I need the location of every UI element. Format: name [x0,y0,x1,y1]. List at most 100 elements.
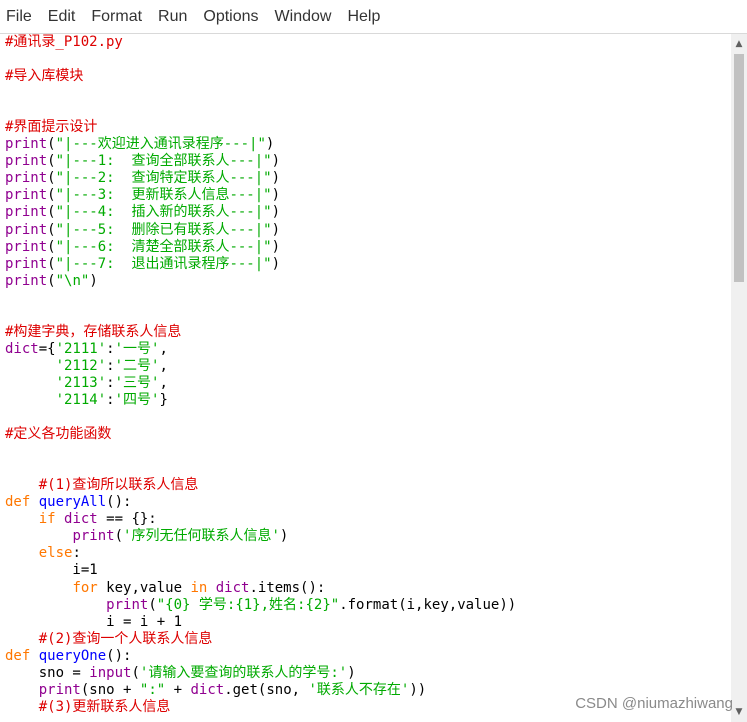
code-token: #构建字典，存储联系人信息 [5,323,182,340]
code-token: dict [64,511,98,528]
code-token: (): [106,494,132,511]
code-token: "|---6: 清楚全部联系人---|" [55,238,272,255]
code-token: def [5,647,31,664]
code-token: )) [409,681,427,698]
code-token: queryOne [38,647,107,664]
code-text[interactable]: #通讯录_P102.py #导入库模块 #界面提示设计 print("|---欢迎… [5,34,516,716]
code-line: #(1)查询所以联系人信息 [5,477,516,494]
code-token: (sno + [80,681,140,698]
code-token: "\n" [55,272,90,289]
code-token: .items(): [249,579,326,596]
code-token: print [5,170,48,187]
menu-item-options[interactable]: Options [195,0,266,34]
code-token: "|---5: 删除已有联系人---|" [55,221,272,238]
code-token: #(1)查询所以联系人信息 [5,477,199,494]
code-token: print [38,681,81,698]
code-token: #(2)查询一个人联系人信息 [5,630,213,647]
code-token: ( [114,528,124,545]
code-token: print [5,221,48,238]
code-token: ) [271,170,281,187]
code-line: #通讯录_P102.py [5,34,516,51]
code-token: : [106,374,115,391]
code-token: ( [47,153,56,170]
code-token: '三号' [114,374,160,391]
code-token: ) [271,255,281,272]
scroll-thumb[interactable] [734,54,744,282]
code-token: sno = [5,664,90,681]
code-token: : [72,545,81,562]
code-token: ) [271,221,281,238]
code-token: print [5,187,48,204]
code-token: '2113' [55,374,107,391]
code-token: : [106,340,115,357]
menu-item-help[interactable]: Help [339,0,388,34]
code-line: '2112':'二号', [5,358,516,375]
code-token: ) [271,187,281,204]
code-token: print [5,153,48,170]
code-token: : [106,391,115,408]
code-line: print("|---3: 更新联系人信息---|") [5,187,516,204]
code-token: ) [89,272,98,289]
code-token: , [159,357,168,374]
code-token: .format(i,key,value)) [339,596,517,613]
code-token: #导入库模块 [5,68,84,85]
code-line: if dict == {}: [5,511,516,528]
vertical-scrollbar[interactable]: ▲ ▼ [731,34,747,722]
code-token: print [5,136,48,153]
code-token: print [106,596,149,613]
code-line: sno = input('请输入要查询的联系人的学号:') [5,665,516,682]
code-line: print("|---5: 删除已有联系人---|") [5,222,516,239]
code-token: ) [271,204,281,221]
code-token: ":" [139,681,166,698]
code-token: input [89,664,132,681]
code-token: dict [190,681,225,698]
code-token: dict [5,340,39,357]
code-token: key,value [97,579,191,596]
code-line: def queryOne(): [5,648,516,665]
scroll-down-arrow-icon[interactable]: ▼ [731,704,747,720]
code-token: ( [148,596,157,613]
scroll-up-arrow-icon[interactable]: ▲ [731,36,747,52]
code-token: '二号' [114,357,160,374]
code-token: ( [47,170,56,187]
menu-item-file[interactable]: File [0,0,40,34]
code-line: def queryAll(): [5,494,516,511]
code-line: print("|---4: 插入新的联系人---|") [5,204,516,221]
code-line: print("|---1: 查询全部联系人---|") [5,153,516,170]
code-editor[interactable]: #通讯录_P102.py #导入库模块 #界面提示设计 print("|---欢迎… [0,34,731,722]
code-token: #通讯录_P102.py [5,34,123,50]
menu-item-window[interactable]: Window [267,0,340,34]
code-token: + [165,681,191,698]
code-token: "|---3: 更新联系人信息---|" [55,187,272,204]
code-token: ) [279,528,289,545]
code-line: print("\n") [5,273,516,290]
code-token: for [72,579,98,596]
menu-item-edit[interactable]: Edit [40,0,84,34]
code-token: ( [47,204,56,221]
code-token: ( [47,272,56,289]
code-token: .get(sno, [224,681,309,698]
code-token: #定义各功能函数 [5,426,112,443]
code-token: '四号' [114,391,160,408]
code-token: '序列无任何联系人信息' [123,528,280,545]
code-line: print(sno + ":" + dict.get(sno, '联系人不存在'… [5,682,516,699]
menu-item-format[interactable]: Format [83,0,150,34]
code-token: if [38,511,56,528]
menu-item-run[interactable]: Run [150,0,195,34]
code-line: print("|---6: 清楚全部联系人---|") [5,239,516,256]
code-token: in [190,579,208,596]
code-line: i = i + 1 [5,614,516,631]
code-token: ( [47,136,56,153]
